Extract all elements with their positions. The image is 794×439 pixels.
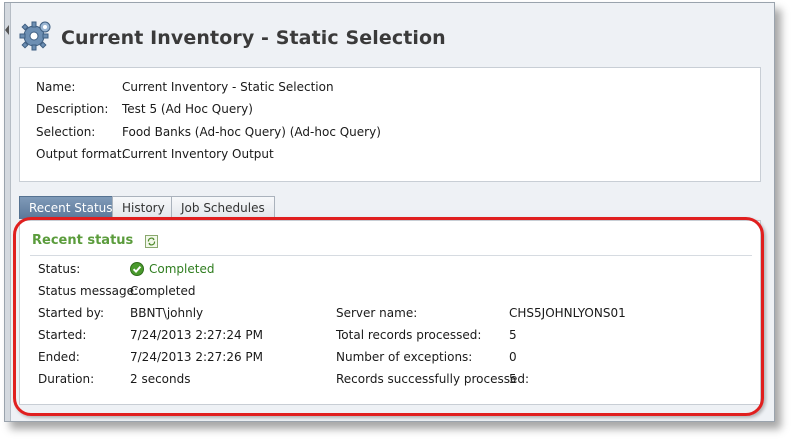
status-value: Completed <box>149 262 215 276</box>
record-details-box: Name: Current Inventory - Static Selecti… <box>19 67 761 182</box>
started-by-label: Started by: <box>38 306 105 320</box>
tab-history[interactable]: History <box>112 196 175 219</box>
server-name-row: Server name: CHS5JOHNLYONS01 <box>336 304 676 322</box>
records-success-value: 5 <box>509 372 517 386</box>
exceptions-value: 0 <box>509 350 517 364</box>
page-title: Current Inventory - Static Selection <box>61 27 446 49</box>
started-row: Started: 7/24/2013 2:27:24 PM <box>38 326 278 344</box>
exceptions-row: Number of exceptions: 0 <box>336 348 676 366</box>
started-by-value: BBNT\johnly <box>130 306 204 320</box>
ended-value: 7/24/2013 2:27:26 PM <box>130 350 264 364</box>
description-value: Test 5 (Ad Hoc Query) <box>122 102 253 116</box>
status-message-row: Status message: Completed <box>38 282 258 300</box>
recent-status-header: Recent status <box>32 233 232 253</box>
output-format-label: Output format: <box>36 147 126 161</box>
total-records-value: 5 <box>509 328 517 342</box>
records-success-row: Records successfully processed: 5 <box>336 370 676 388</box>
selection-label: Selection: <box>36 125 96 139</box>
page-header: Current Inventory - Static Selection <box>19 17 774 57</box>
duration-row: Duration: 2 seconds <box>38 370 278 388</box>
check-circle-icon <box>130 262 144 276</box>
selection-value: Food Banks (Ad-hoc Query) (Ad-hoc Query) <box>122 125 381 139</box>
gear-icon <box>19 21 51 51</box>
started-label: Started: <box>38 328 87 342</box>
description-label: Description: <box>36 102 109 116</box>
collapse-handle[interactable] <box>5 3 11 421</box>
status-message-value: Completed <box>130 284 196 298</box>
header-divider <box>30 255 752 256</box>
status-message-label: Status message: <box>38 284 139 298</box>
started-by-row: Started by: BBNT\johnly <box>38 304 258 322</box>
status-row: Status: Completed <box>38 260 258 278</box>
duration-value: 2 seconds <box>130 372 191 386</box>
ended-label: Ended: <box>38 350 80 364</box>
tab-job-schedules[interactable]: Job Schedules <box>171 196 275 219</box>
server-name-value: CHS5JOHNLYONS01 <box>509 306 626 320</box>
ended-row: Ended: 7/24/2013 2:27:26 PM <box>38 348 278 366</box>
tab-recent-status[interactable]: Recent Status <box>19 196 123 219</box>
output-format-value: Current Inventory Output <box>122 147 274 161</box>
started-value: 7/24/2013 2:27:24 PM <box>130 328 264 342</box>
window-frame: Current Inventory - Static Selection Nam… <box>4 2 775 422</box>
records-success-label: Records successfully processed: <box>336 372 530 386</box>
server-name-label: Server name: <box>336 306 418 320</box>
total-records-label: Total records processed: <box>336 328 482 342</box>
name-label: Name: <box>36 80 76 94</box>
duration-label: Duration: <box>38 372 95 386</box>
status-label: Status: <box>38 262 81 276</box>
exceptions-label: Number of exceptions: <box>336 350 473 364</box>
recent-status-panel: Recent status Status: Completed Status m… <box>19 220 761 405</box>
refresh-icon[interactable] <box>145 235 158 248</box>
recent-status-title: Recent status <box>32 233 134 248</box>
collapse-arrow-icon[interactable] <box>5 25 9 35</box>
name-value: Current Inventory - Static Selection <box>122 80 334 94</box>
total-records-row: Total records processed: 5 <box>336 326 676 344</box>
